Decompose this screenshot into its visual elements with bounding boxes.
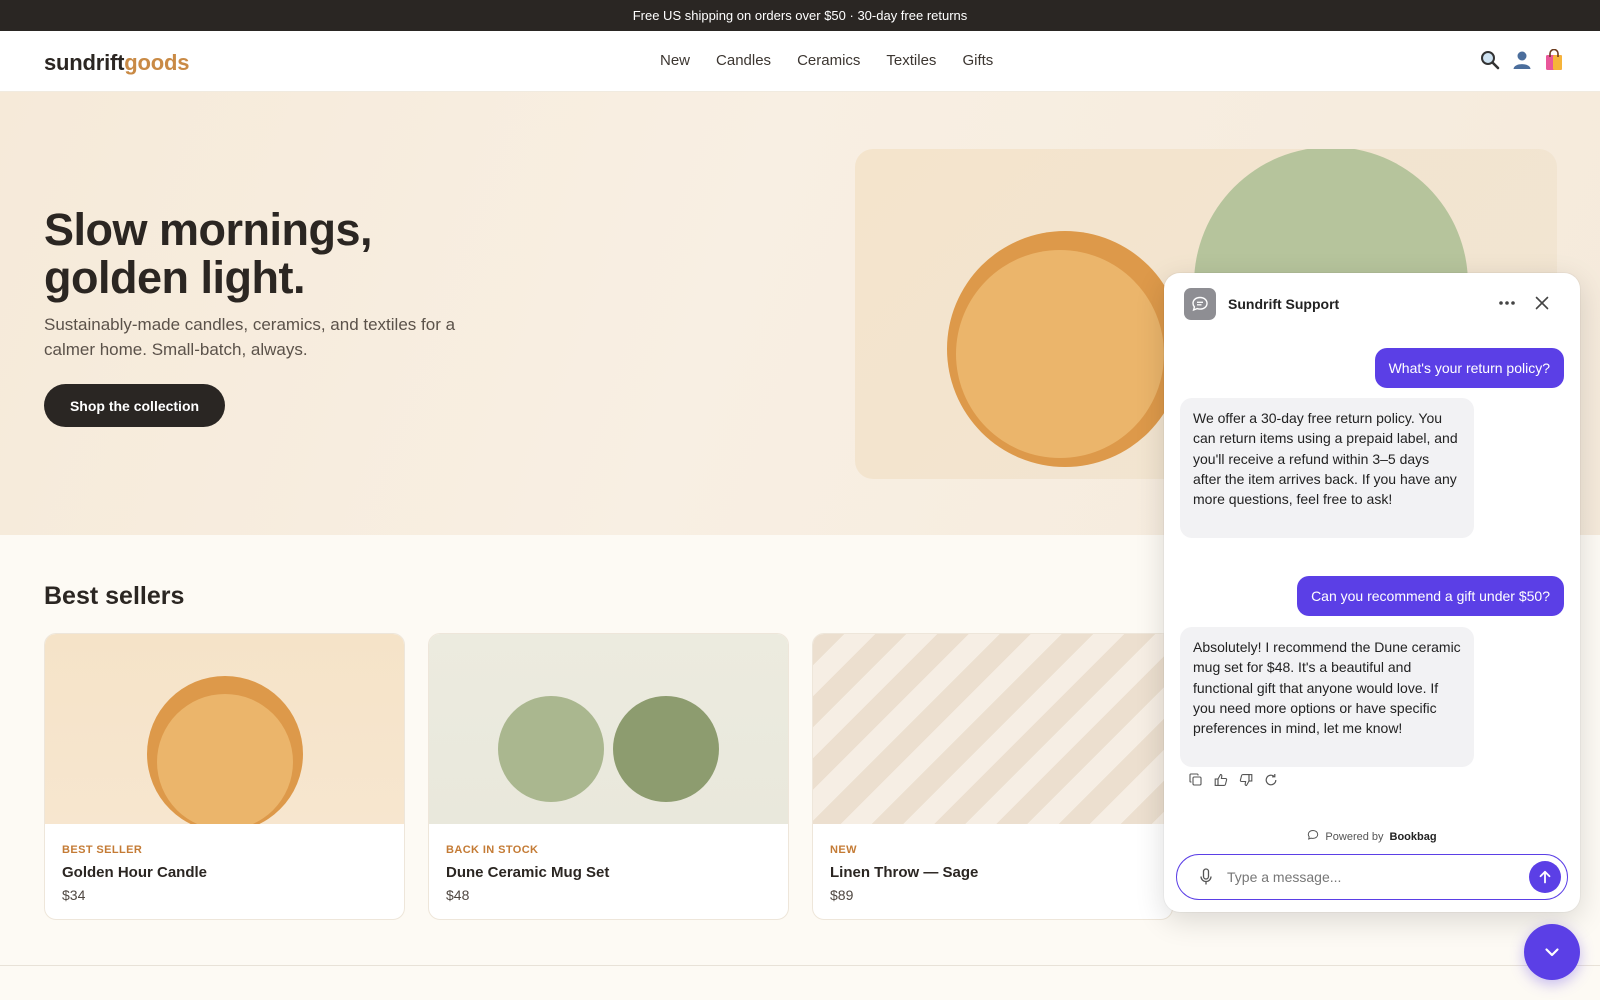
product-card-linen-throw-sage[interactable]: NEW Linen Throw — Sage $89 [812,633,1173,920]
main-nav: New Candles Ceramics Textiles Gifts [660,52,993,69]
best-sellers-title: Best sellers [44,582,185,610]
product-card-dune-ceramic-mug-set[interactable]: BACK IN STOCK Dune Ceramic Mug Set $48 [428,633,789,920]
chevron-down-icon [1545,948,1559,957]
product-card-golden-hour-candle[interactable]: BEST SELLER Golden Hour Candle $34 [44,633,405,920]
product-name[interactable]: Dune Ceramic Mug Set [446,864,609,881]
bot-message: Absolutely! I recommend the Dune ceramic… [1180,627,1474,767]
bot-message: We offer a 30-day free return policy. Yo… [1180,398,1474,538]
shop-collection-button[interactable]: Shop the collection [44,384,225,427]
powered-by-brand[interactable]: Bookbag [1390,831,1437,843]
message-actions [1188,772,1278,787]
user-message: What's your return policy? [1374,348,1564,388]
product-image [813,634,1172,824]
product-tag: BACK IN STOCK [446,844,539,856]
hero-title-line-1: Slow mornings, [44,204,373,255]
microphone-icon[interactable] [1197,868,1215,886]
product-name[interactable]: Golden Hour Candle [62,864,207,881]
logo[interactable]: sundriftgoods [44,50,189,76]
chat-widget: Sundrift Support What's your return poli… [1164,273,1580,912]
regenerate-icon[interactable] [1263,772,1278,787]
announcement-text: Free US shipping on orders over $50 · 30… [632,8,968,23]
nav-new[interactable]: New [660,52,690,69]
thumbs-up-icon[interactable] [1213,772,1228,787]
close-icon[interactable] [1530,291,1554,315]
product-tag: NEW [830,844,857,856]
shopping-bag-icon[interactable] [1544,49,1564,71]
account-icon[interactable] [1512,49,1532,71]
product-price: $48 [446,887,470,903]
hero-subtitle: Sustainably-made candles, ceramics, and … [44,315,456,359]
product-name[interactable]: Linen Throw — Sage [830,864,978,881]
more-options-icon[interactable] [1496,294,1518,312]
send-button[interactable] [1529,861,1561,893]
product-image [45,634,404,832]
thumbs-down-icon[interactable] [1238,772,1253,787]
message-input[interactable] [1227,865,1507,889]
site-header: sundriftgoods New Candles Ceramics Texti… [0,31,1600,92]
chat-bubble-icon [1184,288,1216,320]
hero-title-line-2: golden light. [44,252,305,303]
hero-title: Slow mornings, golden light. [44,204,373,303]
search-icon[interactable] [1480,49,1500,71]
announcement-bar: Free US shipping on orders over $50 · 30… [0,0,1600,31]
product-tag: BEST SELLER [62,844,143,856]
chat-launcher-button[interactable] [1524,924,1580,980]
copy-icon[interactable] [1188,772,1203,787]
product-price: $34 [62,887,86,903]
logo-part-2: goods [124,50,190,75]
bookbag-logo-icon [1307,829,1319,844]
user-message: Can you recommend a gift under $50? [1297,576,1564,616]
powered-by: Powered by Bookbag [1164,829,1580,844]
header-icons [1480,49,1564,71]
nav-textiles[interactable]: Textiles [886,52,936,69]
arrow-up-icon [1539,870,1551,884]
chat-input-box [1176,854,1568,900]
powered-by-prefix: Powered by [1325,830,1384,843]
product-image [429,634,788,824]
product-price: $89 [830,887,854,903]
logo-part-1: sundrift [44,50,125,75]
section-divider [0,965,1600,966]
nav-gifts[interactable]: Gifts [962,52,993,69]
nav-ceramics[interactable]: Ceramics [797,52,860,69]
chat-title: Sundrift Support [1228,296,1340,312]
nav-candles[interactable]: Candles [716,52,771,69]
